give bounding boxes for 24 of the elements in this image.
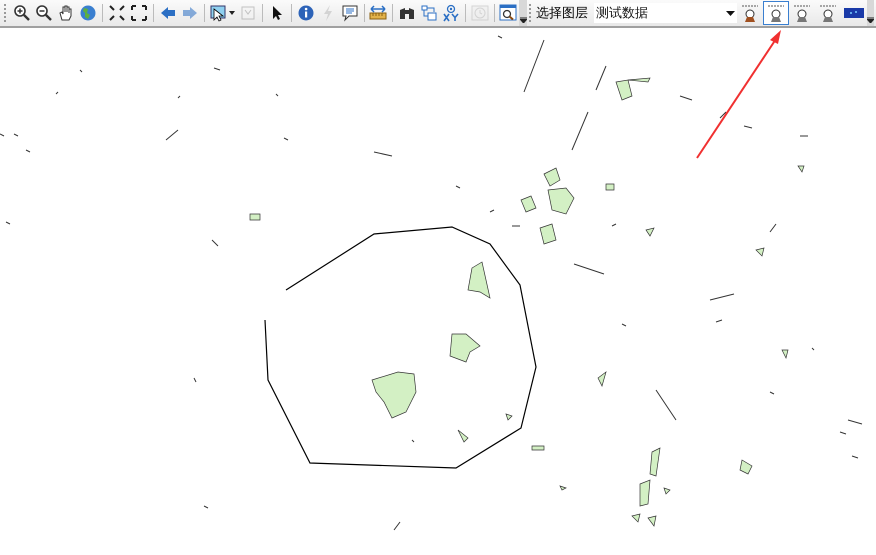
layer-label: 选择图层 (536, 5, 588, 22)
popup-icon (340, 4, 359, 22)
layer-dropdown[interactable]: 测试数据 (594, 3, 737, 23)
layer-tool-button[interactable] (762, 1, 789, 25)
toolbar-overflow-button[interactable] (519, 0, 527, 26)
clear-selection-icon (239, 4, 258, 22)
fixed-zoom-in-icon (108, 4, 126, 22)
chevron-icon (866, 17, 874, 23)
select-features-icon (209, 4, 228, 22)
measure-icon (369, 4, 388, 22)
time-slider-icon (470, 4, 489, 22)
zoom-out-icon (35, 4, 54, 22)
globe-icon (79, 4, 98, 22)
chevron-icon (520, 17, 527, 23)
forward-icon (180, 4, 199, 22)
toolbar-overflow-button[interactable] (866, 0, 874, 26)
caret-icon (229, 11, 236, 15)
caret-icon (726, 10, 735, 16)
magnifier-icon (499, 4, 518, 22)
identify-icon (296, 4, 315, 22)
fixed-zoom-out-icon (130, 4, 148, 22)
zoom-in-icon (13, 4, 32, 22)
back-icon (158, 4, 177, 22)
goto-xy-icon (442, 4, 460, 22)
